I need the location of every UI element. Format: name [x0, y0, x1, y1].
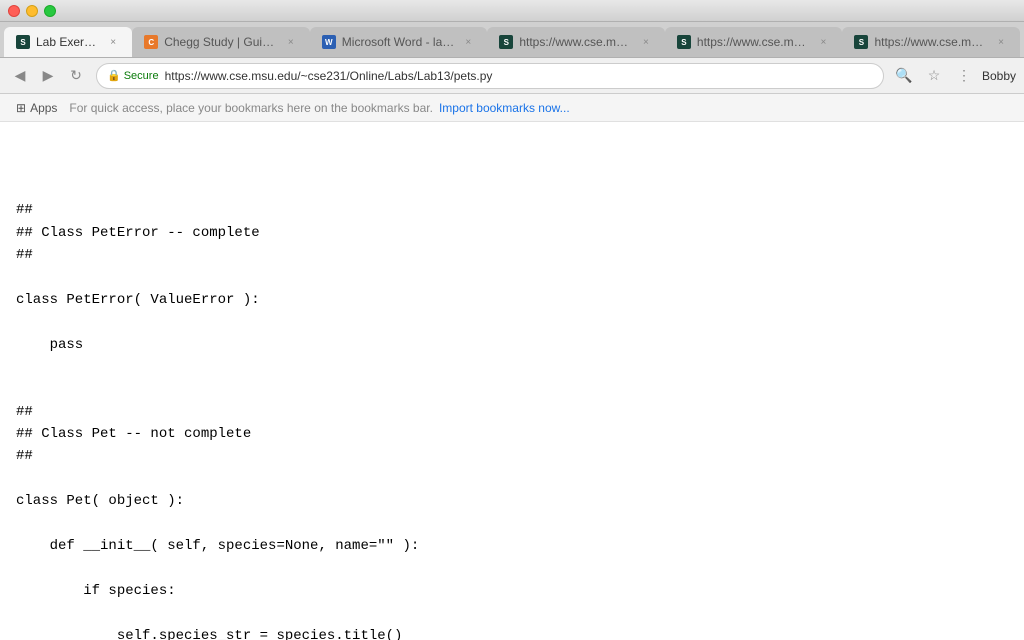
tab-favicon-5: S — [677, 35, 691, 49]
title-bar — [0, 0, 1024, 22]
tab-label-2: Chegg Study | Guided Sol... — [164, 35, 278, 49]
tab-label-3: Microsoft Word - lab13.doc... — [342, 35, 456, 49]
close-button[interactable] — [8, 5, 20, 17]
address-bar: ◀ ▶ ↻ 🔒 Secure https://www.cse.msu.edu/~… — [0, 58, 1024, 94]
tab-favicon-3: W — [322, 35, 336, 49]
code-line-19: if species: — [16, 580, 1008, 602]
code-line-8: pass — [16, 334, 1008, 356]
forward-button[interactable]: ▶ — [36, 64, 60, 88]
tab-close-5[interactable]: × — [816, 35, 830, 49]
tab-bar: S Lab Exercises × C Chegg Study | Guided Sol… — [0, 22, 1024, 58]
code-line-1 — [16, 177, 1008, 199]
code-line-7 — [16, 311, 1008, 333]
tab-close-2[interactable]: × — [284, 35, 298, 49]
bookmarks-bar: ⊞ Apps For quick access, place your book… — [0, 94, 1024, 122]
address-right-controls: 🔍 ☆ ⋮ Bobby — [892, 64, 1016, 88]
code-line-12: ## Class Pet -- not complete — [16, 423, 1008, 445]
url-text: https://www.cse.msu.edu/~cse231/Online/L… — [165, 69, 493, 83]
code-line-11: ## — [16, 401, 1008, 423]
tab-favicon-2: C — [144, 35, 158, 49]
tab-label-4: https://www.cse.msu.edu/... — [519, 35, 633, 49]
import-bookmarks-link[interactable]: Import bookmarks now... — [439, 101, 570, 115]
code-line-3: ## Class PetError -- complete — [16, 222, 1008, 244]
main-content: #### Class PetError -- complete## class … — [0, 122, 1024, 640]
code-line-14 — [16, 468, 1008, 490]
code-line-10 — [16, 378, 1008, 400]
code-line-15: class Pet( object ): — [16, 490, 1008, 512]
url-bar[interactable]: 🔒 Secure https://www.cse.msu.edu/~cse231… — [96, 63, 884, 89]
code-line-21: self.species_str = species.title() — [16, 625, 1008, 640]
tab-favicon-1: S — [16, 35, 30, 49]
tab-6[interactable]: Shttps://www.cse.msu.edu/... × — [842, 27, 1020, 57]
minimize-button[interactable] — [26, 5, 38, 17]
code-area: #### Class PetError -- complete## class … — [0, 132, 1024, 640]
traffic-lights — [8, 5, 56, 17]
lock-icon: 🔒 — [107, 69, 121, 82]
code-line-4: ## — [16, 244, 1008, 266]
code-line-9 — [16, 356, 1008, 378]
maximize-button[interactable] — [44, 5, 56, 17]
tab-close-6[interactable]: × — [994, 35, 1008, 49]
grid-icon: ⊞ — [16, 101, 26, 115]
tab-3[interactable]: W Microsoft Word - lab13.doc... × — [310, 27, 488, 57]
code-line-2: ## — [16, 199, 1008, 221]
tab-label-1: Lab Exercises — [36, 35, 100, 49]
tab-close-3[interactable]: × — [461, 35, 475, 49]
bookmark-hint: For quick access, place your bookmarks h… — [69, 101, 433, 115]
code-line-6: class PetError( ValueError ): — [16, 289, 1008, 311]
tab-close-1[interactable]: × — [106, 35, 120, 49]
user-name: Bobby — [982, 69, 1016, 83]
code-line-18 — [16, 557, 1008, 579]
code-line-5 — [16, 266, 1008, 288]
apps-button[interactable]: ⊞ Apps — [10, 99, 63, 117]
tab-close-4[interactable]: × — [639, 35, 653, 49]
nav-buttons: ◀ ▶ ↻ — [8, 64, 88, 88]
tab-4[interactable]: Shttps://www.cse.msu.edu/... × — [487, 27, 665, 57]
search-button[interactable]: 🔍 — [892, 64, 916, 88]
secure-badge: 🔒 Secure — [107, 69, 159, 82]
bookmark-button[interactable]: ☆ — [922, 64, 946, 88]
tab-1[interactable]: S Lab Exercises × — [4, 27, 132, 57]
code-line-17: def __init__( self, species=None, name="… — [16, 535, 1008, 557]
tab-favicon-4: S — [499, 35, 513, 49]
tab-2[interactable]: C Chegg Study | Guided Sol... × — [132, 27, 310, 57]
tab-favicon-6: S — [854, 35, 868, 49]
menu-button[interactable]: ⋮ — [952, 64, 976, 88]
refresh-button[interactable]: ↻ — [64, 64, 88, 88]
tab-label-6: https://www.cse.msu.edu/... — [874, 35, 988, 49]
secure-label: Secure — [124, 70, 159, 82]
tab-5[interactable]: Shttps://www.cse.msu.edu/... × — [665, 27, 843, 57]
code-line-13: ## — [16, 445, 1008, 467]
code-line-20 — [16, 602, 1008, 624]
apps-label: Apps — [30, 101, 57, 115]
tab-label-5: https://www.cse.msu.edu/... — [697, 35, 811, 49]
code-line-16 — [16, 513, 1008, 535]
back-button[interactable]: ◀ — [8, 64, 32, 88]
